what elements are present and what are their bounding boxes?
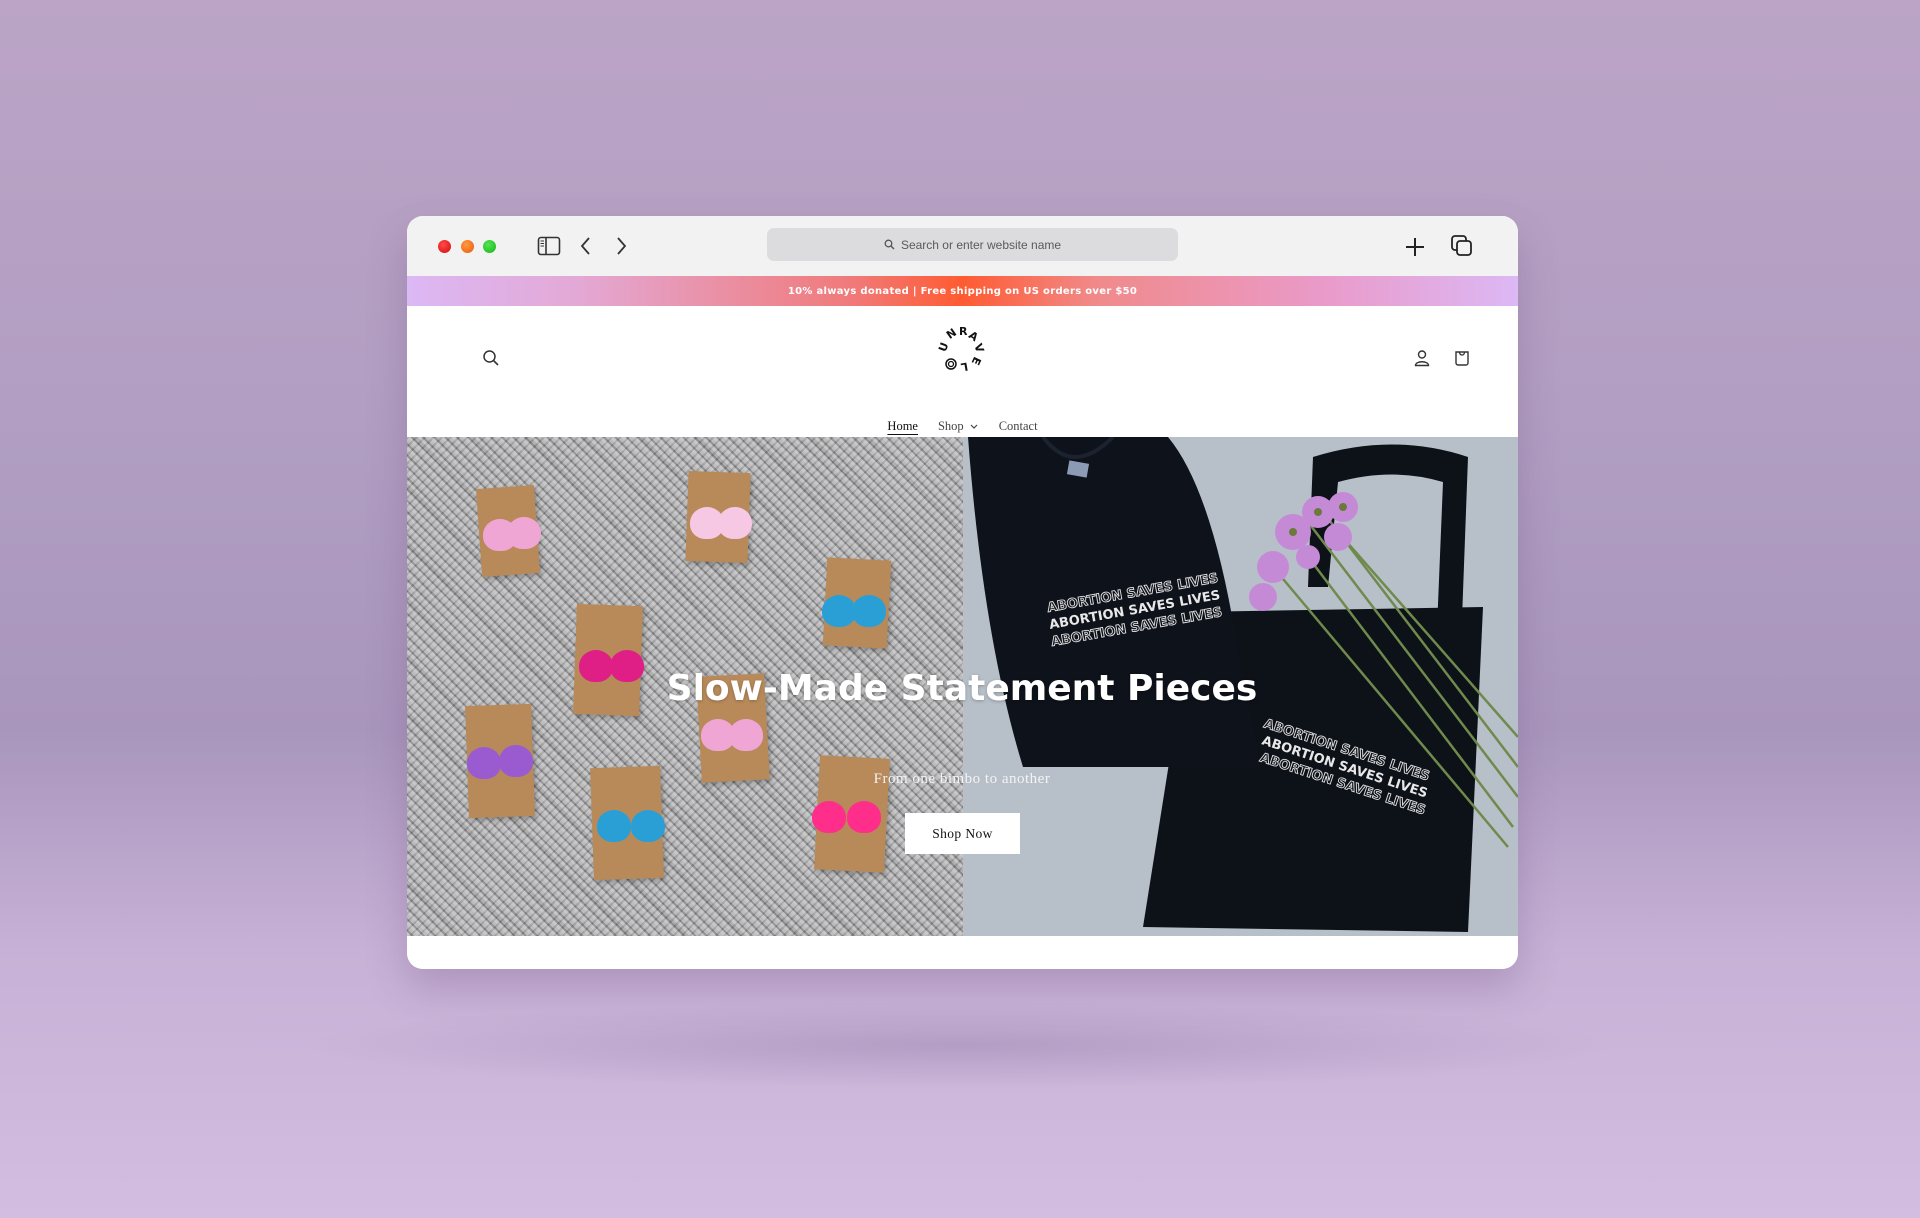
nav-home[interactable]: Home <box>887 419 918 434</box>
site-logo[interactable]: U N R A V E L <box>936 325 987 376</box>
hero-content: Slow-Made Statement Pieces From one bimb… <box>407 437 1518 936</box>
svg-text:R: R <box>959 326 968 338</box>
announcement-bar: 10% always donated | Free shipping on US… <box>407 276 1518 306</box>
site-header: U N R A V E L Home Shop Contact <box>407 306 1518 437</box>
forward-icon[interactable] <box>608 234 634 258</box>
close-window-button[interactable] <box>438 240 451 253</box>
announcement-text: 10% always donated | Free shipping on US… <box>787 285 1138 297</box>
nav-contact-label: Contact <box>998 419 1038 433</box>
hero-banner: ABORTION SAVES LIVES ABORTION SAVES LIVE… <box>407 437 1518 936</box>
minimize-window-button[interactable] <box>461 240 474 253</box>
cart-icon[interactable] <box>1452 348 1472 368</box>
browser-toolbar: Search or enter website name <box>407 216 1518 277</box>
shop-now-button[interactable]: Shop Now <box>905 813 1020 854</box>
back-icon[interactable] <box>573 234 599 258</box>
tabs-overview-icon[interactable] <box>1449 234 1475 258</box>
account-icon[interactable] <box>1412 348 1432 368</box>
background-shadow <box>300 1000 1620 1090</box>
svg-text:U: U <box>937 341 951 354</box>
page-below-fold <box>407 936 1518 969</box>
hero-title: Slow-Made Statement Pieces <box>666 668 1258 709</box>
search-icon <box>884 239 895 250</box>
address-placeholder: Search or enter website name <box>900 237 1062 252</box>
nav-contact[interactable]: Contact <box>999 419 1038 434</box>
svg-text:N: N <box>944 326 959 342</box>
main-nav: Home Shop Contact <box>407 419 1518 434</box>
address-bar[interactable]: Search or enter website name <box>767 228 1178 261</box>
browser-window: Search or enter website name 10% always … <box>407 216 1518 969</box>
chevron-down-icon <box>970 424 978 429</box>
hero-subtitle: From one bimbo to another <box>873 771 1051 787</box>
svg-text:L: L <box>960 360 969 374</box>
unravel-logo-icon: U N R A V E L <box>936 325 987 374</box>
nav-shop[interactable]: Shop <box>938 419 979 434</box>
nav-shop-label: Shop <box>937 419 964 433</box>
sidebar-icon[interactable] <box>536 234 562 258</box>
svg-text:E: E <box>969 355 984 367</box>
svg-text:V: V <box>971 342 986 355</box>
search-icon[interactable] <box>481 348 501 368</box>
nav-home-label: Home <box>887 419 918 433</box>
maximize-window-button[interactable] <box>483 240 496 253</box>
new-tab-icon[interactable] <box>1402 235 1428 259</box>
svg-text:A: A <box>966 329 981 345</box>
